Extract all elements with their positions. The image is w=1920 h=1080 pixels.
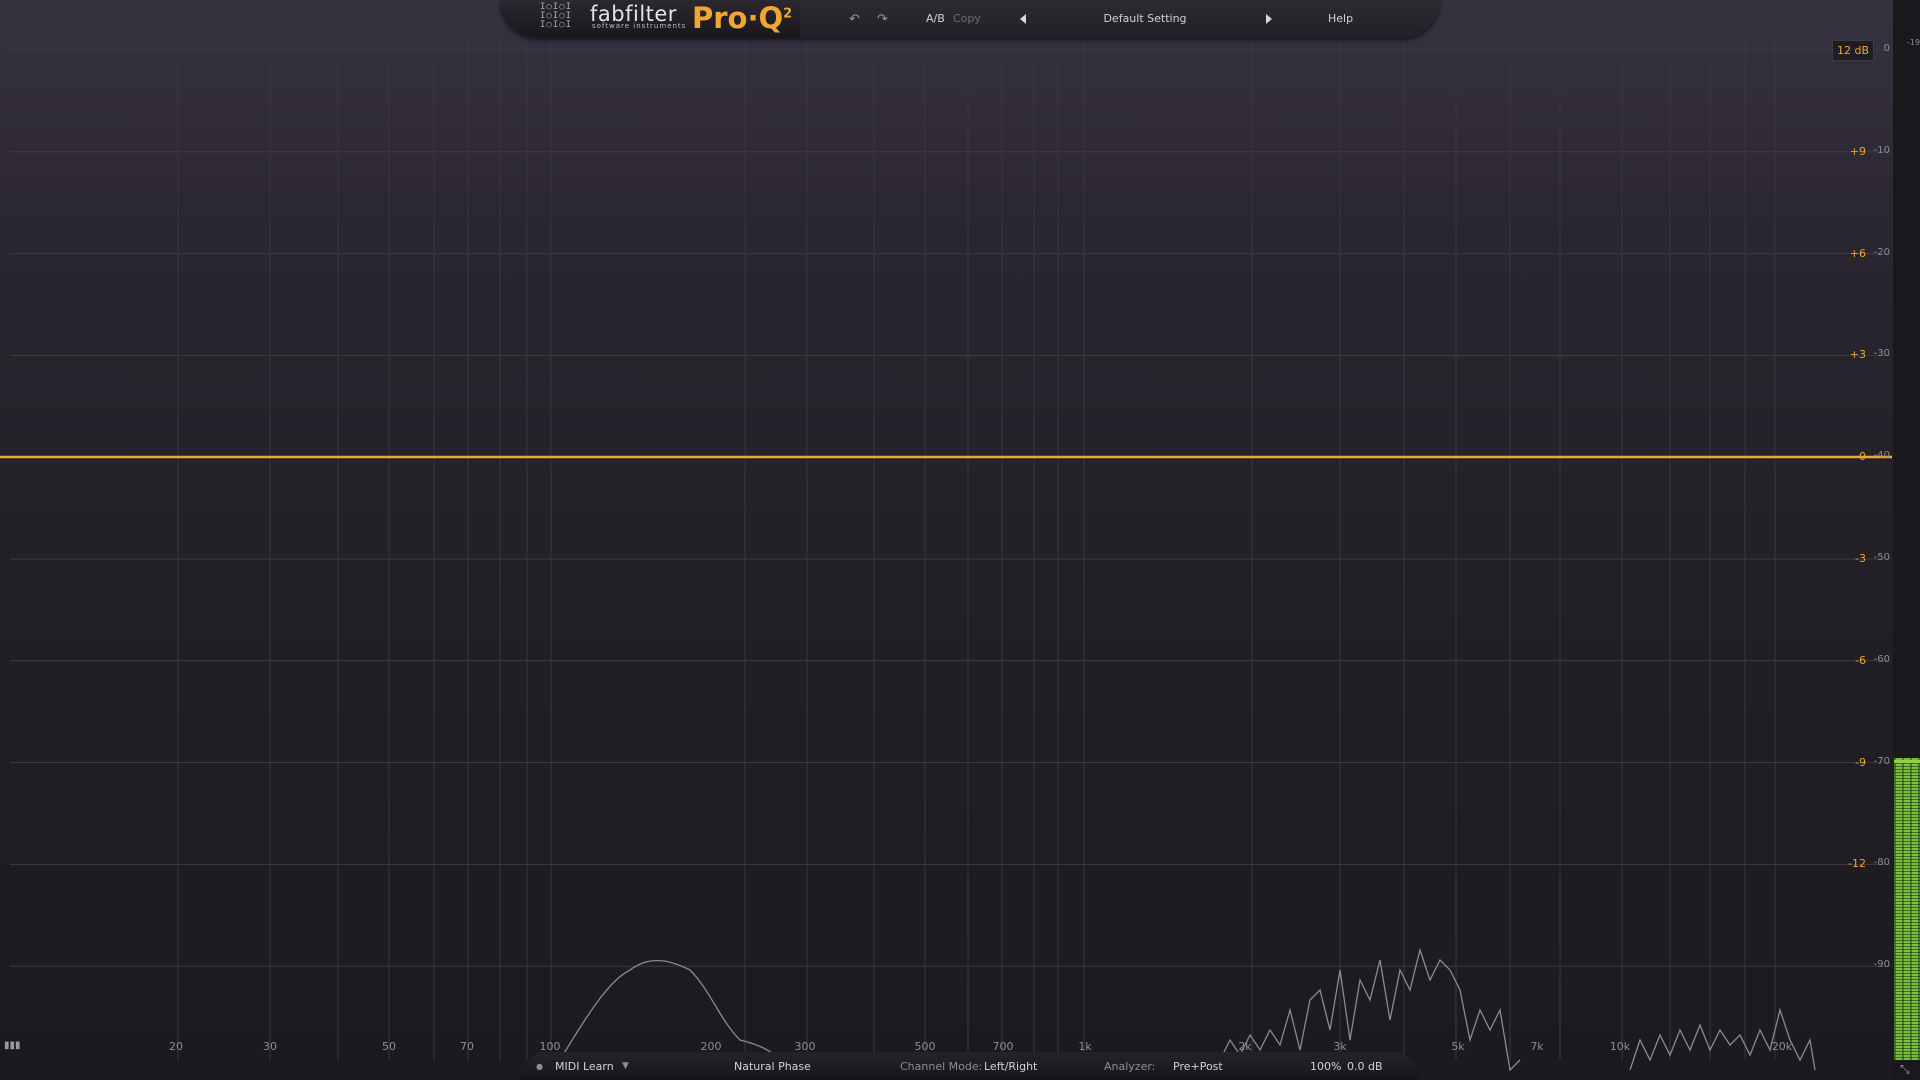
analyzer-db-label: -70 (1873, 755, 1890, 767)
spectrum-trace-low (559, 959, 781, 1061)
redo-icon[interactable]: ↷ (877, 12, 888, 27)
analyzer-db-label: 0 (1883, 43, 1890, 54)
meter-peak-label: -19 (1906, 38, 1920, 47)
analyzer-db-label: -60 (1873, 653, 1890, 665)
gain-label: 0 (1859, 450, 1866, 464)
midi-dot-icon: ● (536, 1062, 543, 1071)
copy-button[interactable]: Copy (953, 12, 981, 25)
analyzer-db-label: -90 (1873, 959, 1890, 971)
output-gain[interactable]: 0.0 dB (1347, 1060, 1383, 1073)
previous-preset-icon[interactable] (1020, 14, 1026, 24)
ab-button[interactable]: A/B (926, 12, 945, 25)
channel-mode-selector[interactable]: Left/Right (984, 1060, 1037, 1073)
brand-subtitle: software instruments (592, 22, 687, 30)
zoom-level[interactable]: 100% (1310, 1060, 1341, 1073)
analyzer-db-label: -50 (1873, 552, 1890, 563)
analyzer-db-label: -30 (1873, 348, 1890, 360)
midi-learn-button[interactable]: MIDI Learn (555, 1060, 614, 1073)
midi-dropdown-icon[interactable]: ▼ (622, 1061, 629, 1071)
eq-display[interactable] (0, 0, 1920, 1080)
gain-label: +6 (1849, 246, 1866, 260)
gain-label: -12 (1848, 857, 1866, 871)
preset-name[interactable]: Default Setting (1070, 12, 1220, 25)
freq-label: 5k (1451, 1040, 1465, 1053)
phase-mode-selector[interactable]: Natural Phase (734, 1060, 811, 1073)
analyzer-settings-icon[interactable]: ▮▮▮ (4, 1040, 21, 1051)
fabfilter-logo-icon: I○I○I I○I○I I○I○I (540, 2, 573, 30)
analyzer-db-label: -10 (1873, 144, 1890, 156)
meter-peak-indicator (1894, 760, 1920, 763)
freq-label: 30 (263, 1040, 277, 1053)
analyzer-label: Analyzer: (1104, 1060, 1156, 1073)
gain-label: -6 (1855, 653, 1866, 667)
analyzer-db-label: -80 (1873, 857, 1890, 869)
gain-label: -9 (1855, 755, 1866, 769)
output-level-meter (1894, 758, 1920, 1060)
help-button[interactable]: Help (1328, 12, 1353, 25)
product-name: Pro·Q2 (692, 1, 793, 35)
freq-label: 70 (460, 1040, 474, 1053)
gain-label: +3 (1849, 348, 1866, 362)
freq-label: 20 (169, 1040, 183, 1053)
channel-mode-label: Channel Mode: (900, 1060, 983, 1073)
undo-icon[interactable]: ↶ (849, 12, 860, 27)
freq-label: 20k (1771, 1040, 1793, 1053)
analyzer-mode-selector[interactable]: Pre+Post (1173, 1060, 1223, 1073)
freq-label: 10k (1609, 1040, 1631, 1053)
resize-handle-icon[interactable]: ⤡ (1900, 1062, 1910, 1077)
spectrum-grid[interactable] (0, 0, 1920, 1080)
freq-label: 50 (382, 1040, 396, 1053)
analyzer-db-label: -20 (1873, 246, 1890, 258)
gain-label: +9 (1849, 144, 1866, 158)
next-preset-icon[interactable] (1266, 14, 1272, 24)
analyzer-db-label: -40 (1873, 450, 1890, 462)
gain-label: -3 (1855, 552, 1866, 565)
freq-label: 7k (1530, 1040, 1544, 1053)
